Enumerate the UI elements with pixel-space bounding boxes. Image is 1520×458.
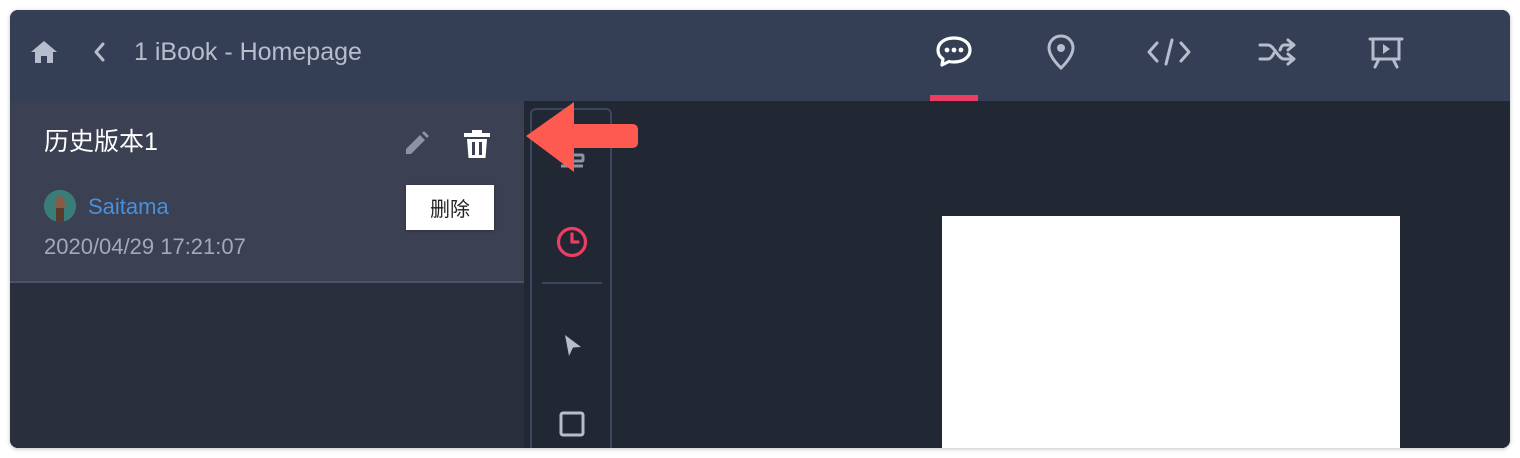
version-timestamp: 2020/04/29 17:21:07 [44,234,246,259]
pointer-icon[interactable] [554,328,590,364]
history-icon[interactable] [554,224,590,260]
chevron-left-icon[interactable] [88,38,112,66]
presentation-icon [1368,37,1404,69]
artboard[interactable] [942,216,1400,448]
author-name[interactable]: Saitama [88,194,169,220]
tab-comments[interactable] [930,32,978,72]
page-title: 1 iBook - Homepage [134,38,362,66]
version-list-item[interactable]: 历史版本1 删除 Saitama 2020/04/29 17:21:07 [10,101,524,283]
version-history-panel: 历史版本1 删除 Saitama 2020/04/29 17:21:07 [10,101,524,448]
toolbar-divider [542,282,602,284]
rectangle-icon[interactable] [554,406,590,442]
app-window: 1 iBook - Homepage 历史版本1 删除 Saitama 2020… [10,10,1510,448]
tab-location[interactable] [1037,32,1085,72]
tab-preview[interactable] [1362,32,1410,72]
annotation-arrow-icon [518,98,642,178]
shuffle-icon [1258,38,1296,66]
top-header: 1 iBook - Homepage [10,10,1510,101]
comment-icon [936,36,972,67]
home-icon[interactable] [28,36,60,68]
delete-tooltip: 删除 [406,185,494,230]
design-canvas[interactable] [622,101,1510,448]
tab-shuffle[interactable] [1254,32,1302,72]
location-pin-icon [1047,34,1075,71]
avatar [44,190,76,222]
trash-icon[interactable] [462,128,492,160]
pencil-icon[interactable] [401,129,431,159]
code-icon [1147,38,1191,66]
version-name: 历史版本1 [44,128,158,156]
tab-code[interactable] [1145,32,1193,72]
